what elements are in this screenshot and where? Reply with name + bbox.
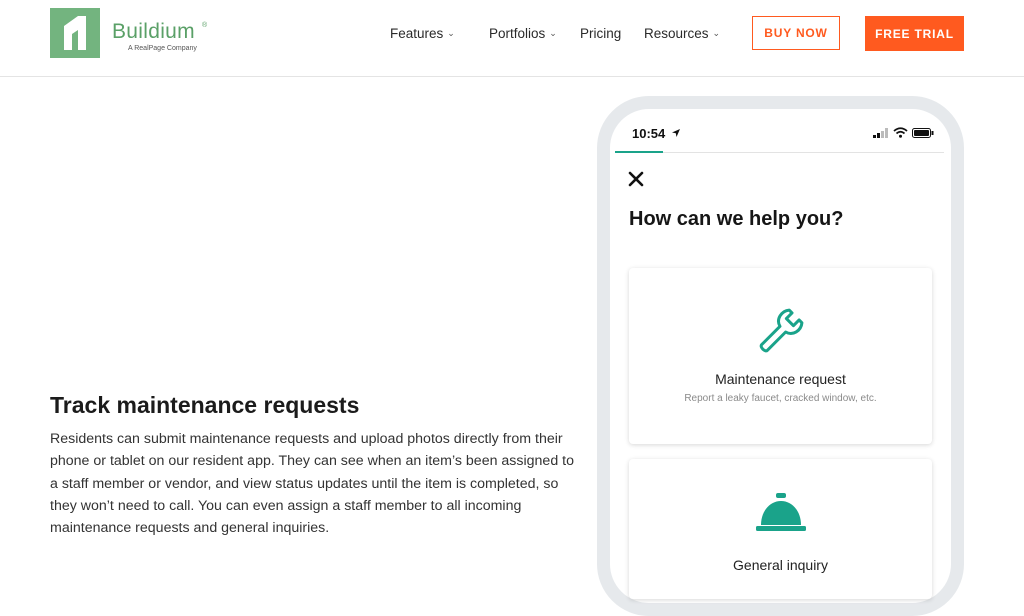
close-icon[interactable] xyxy=(628,171,644,187)
nav-portfolios[interactable]: Portfolios ⌄ xyxy=(489,26,557,41)
battery-icon xyxy=(912,128,934,138)
brand-tagline: A RealPage Company xyxy=(128,45,197,52)
status-bar-divider xyxy=(615,152,944,153)
chevron-down-icon: ⌄ xyxy=(549,28,557,38)
maintenance-request-label: Maintenance request xyxy=(715,371,846,387)
nav-pricing-label: Pricing xyxy=(580,26,622,41)
nav-portfolios-label: Portfolios xyxy=(489,26,546,41)
brand-name[interactable]: Buildium xyxy=(112,20,195,44)
buildium-logo-icon[interactable] xyxy=(50,8,100,58)
help-title: How can we help you? xyxy=(629,208,844,230)
service-bell-icon xyxy=(756,493,806,531)
status-bar-accent xyxy=(615,151,663,153)
nav-pricing[interactable]: Pricing xyxy=(580,26,621,41)
nav-resources-label: Resources xyxy=(644,26,709,41)
status-bar-time: 10:54 xyxy=(632,126,666,141)
feature-description: Residents can submit maintenance request… xyxy=(50,431,574,537)
signal-strength-icon xyxy=(873,128,888,138)
wifi-icon xyxy=(893,127,908,138)
nav-features-label: Features xyxy=(390,26,444,41)
feature-heading: Track maintenance requests xyxy=(50,392,360,418)
maintenance-request-description: Report a leaky faucet, cracked window, e… xyxy=(684,393,877,404)
nav-features[interactable]: Features ⌄ xyxy=(390,26,455,41)
free-trial-button[interactable]: FREE TRIAL xyxy=(865,16,964,51)
general-inquiry-label: General inquiry xyxy=(733,557,828,573)
chevron-down-icon: ⌄ xyxy=(712,28,721,38)
nav-resources[interactable]: Resources ⌄ xyxy=(644,26,720,41)
brand-registered-mark: ® xyxy=(202,22,208,29)
chevron-down-icon: ⌄ xyxy=(447,28,455,38)
site-header: Buildium ® A RealPage Company Features ⌄… xyxy=(0,0,1024,77)
wrench-icon xyxy=(759,308,804,353)
location-arrow-icon xyxy=(672,129,680,137)
buy-now-button[interactable]: BUY NOW xyxy=(752,16,840,50)
